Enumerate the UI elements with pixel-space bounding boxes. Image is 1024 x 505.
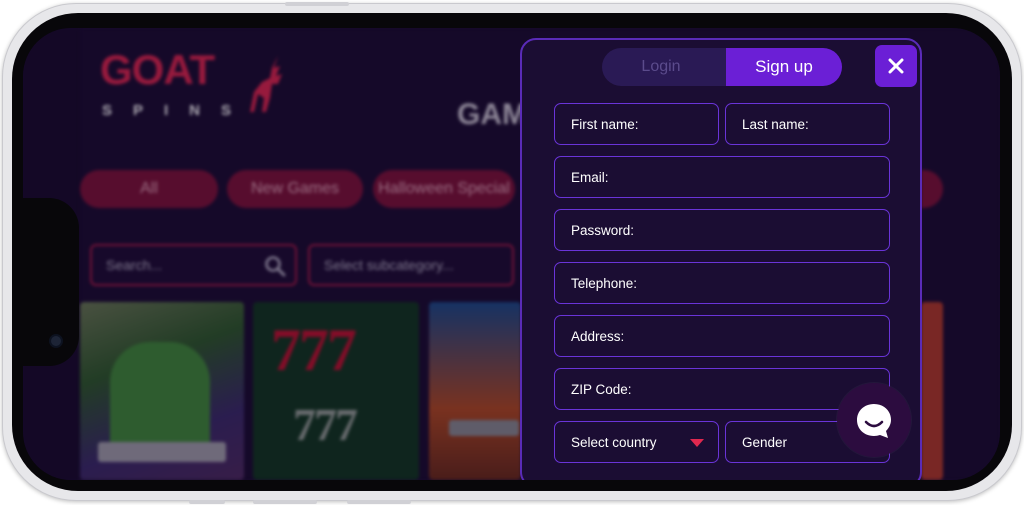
chevron-down-icon xyxy=(690,439,704,447)
country-select[interactable]: Select country xyxy=(554,421,719,463)
volume-down-button xyxy=(253,500,317,504)
power-button xyxy=(347,500,411,504)
close-button[interactable] xyxy=(875,45,917,87)
volume-up-button xyxy=(285,2,349,6)
close-icon xyxy=(888,58,904,74)
tab-login[interactable]: Login xyxy=(602,48,726,86)
phone-screen: GOAT SPINS GAM All New Games Halloween S… xyxy=(23,28,1000,480)
last-name-label: Last name: xyxy=(742,116,809,132)
chat-bubble-icon xyxy=(857,404,891,438)
last-name-field[interactable]: Last name: xyxy=(725,103,890,145)
email-field[interactable]: Email: xyxy=(554,156,890,198)
live-chat-button[interactable] xyxy=(837,383,911,457)
first-name-label: First name: xyxy=(571,116,639,132)
tab-signup[interactable]: Sign up xyxy=(726,48,842,86)
address-label: Address: xyxy=(571,328,625,344)
telephone-label: Telephone: xyxy=(571,275,638,291)
email-label: Email: xyxy=(571,169,609,185)
mute-switch xyxy=(189,500,225,504)
country-select-label: Select country xyxy=(571,434,657,450)
password-field[interactable]: Password: xyxy=(554,209,890,251)
address-field[interactable]: Address: xyxy=(554,315,890,357)
gender-select-label: Gender xyxy=(742,434,788,450)
first-name-field[interactable]: First name: xyxy=(554,103,719,145)
zip-code-label: ZIP Code: xyxy=(571,381,632,397)
auth-tabs: Login Sign up xyxy=(602,48,842,86)
front-camera xyxy=(49,334,63,348)
telephone-field[interactable]: Telephone: xyxy=(554,262,890,304)
password-label: Password: xyxy=(571,222,635,238)
